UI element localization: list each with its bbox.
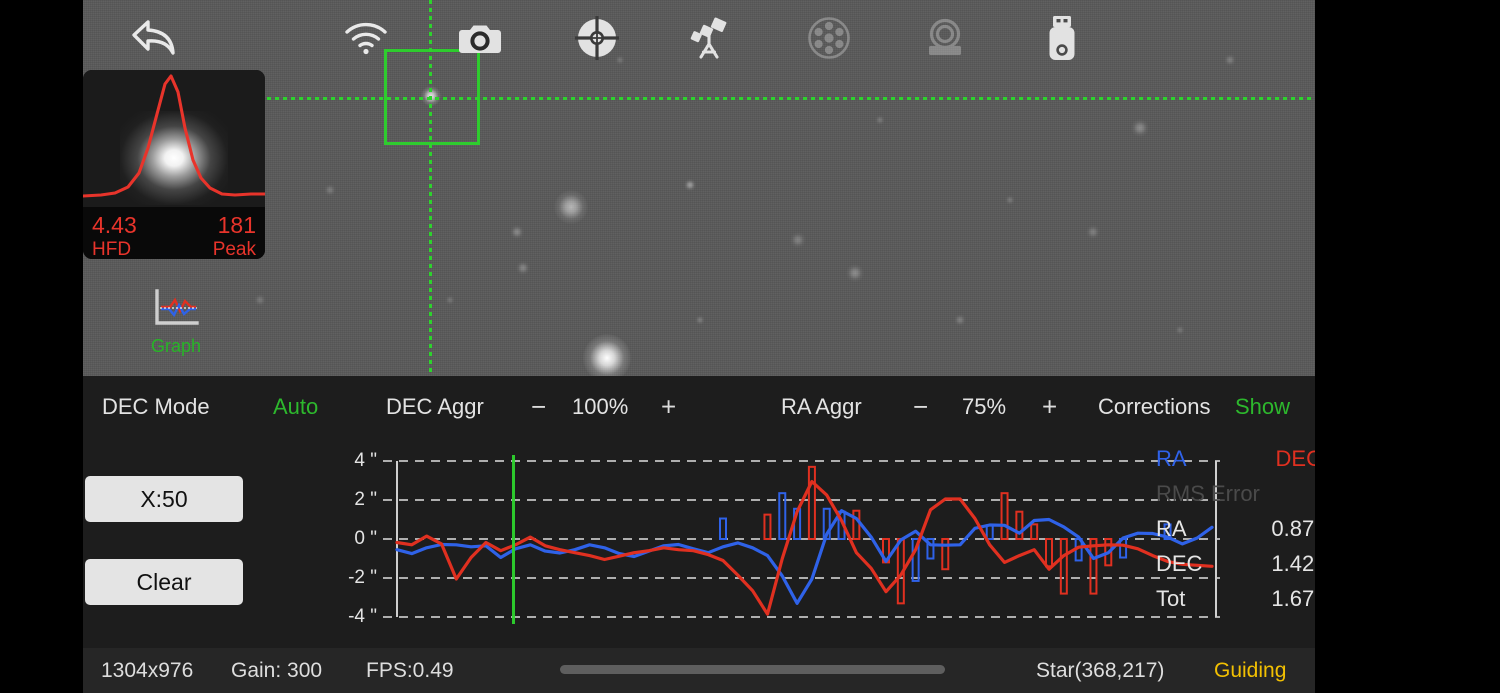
correction-bar xyxy=(763,513,772,540)
y-axis-tick-label: -4 " xyxy=(348,606,377,627)
star-profile-readout: 4.43 181 HFD Peak xyxy=(83,207,265,259)
guide-error-plot[interactable]: 4 " 2 " 0 " -2 " -4 " xyxy=(348,450,1220,627)
filterwheel-icon[interactable] xyxy=(801,10,857,66)
graph-icon xyxy=(155,289,199,325)
dec-aggr-minus-button[interactable]: − xyxy=(531,392,546,423)
star xyxy=(510,225,524,239)
gain-text: Gain: 300 xyxy=(231,658,323,682)
guiding-status-text: Guiding xyxy=(1214,658,1287,682)
star xyxy=(254,294,266,306)
plot-canvas xyxy=(383,455,1220,624)
ra-aggr-plus-button[interactable]: + xyxy=(1042,392,1057,423)
correction-bar xyxy=(1045,538,1053,568)
peak-value: 181 xyxy=(217,212,256,238)
rms-stats-panel: RA DEC RMS Error RA 0.87" DEC 1.42" Tot … xyxy=(1156,446,1326,621)
rms-row-dec: DEC 1.42" xyxy=(1156,551,1326,586)
y-axis-tick-label: -2 " xyxy=(348,567,377,588)
star-profile-graph xyxy=(83,70,265,207)
rms-row-ra: RA 0.87" xyxy=(1156,516,1326,551)
guiding-app-screen: 4.43 181 HFD Peak Graph DEC Mode Auto DE… xyxy=(0,0,1500,693)
rms-error-title: RMS Error xyxy=(1156,481,1260,506)
rms-dec-label: DEC xyxy=(1156,551,1203,576)
star xyxy=(516,261,530,275)
resolution-text: 1304x976 xyxy=(101,658,194,682)
star xyxy=(695,315,705,325)
star xyxy=(1086,225,1100,239)
ra-aggr-label: RA Aggr xyxy=(781,394,862,419)
correction-bar xyxy=(985,524,994,540)
y-axis-tick-label: 2 " xyxy=(354,489,377,510)
dec-mode-label: DEC Mode xyxy=(102,394,210,419)
ra-aggr-minus-button[interactable]: − xyxy=(913,392,928,423)
wifi-icon[interactable] xyxy=(338,10,394,66)
guide-controls-bar: DEC Mode Auto DEC Aggr − 100% + RA Aggr … xyxy=(83,376,1315,438)
rms-ra-label: RA xyxy=(1156,516,1187,541)
y-axis-tick-label: 4 " xyxy=(354,450,377,471)
correction-bar xyxy=(807,465,816,541)
graph-shortcut-label: Graph xyxy=(150,336,202,356)
rms-tot-label: Tot xyxy=(1156,586,1186,611)
fps-text: FPS:0.49 xyxy=(366,658,454,682)
ra-legend: RA xyxy=(1156,446,1187,471)
correction-bar xyxy=(852,509,861,540)
correction-bar xyxy=(1059,538,1068,595)
rms-row-tot: Tot 1.67" xyxy=(1156,586,1326,621)
corrections-label: Corrections xyxy=(1098,394,1211,419)
correction-bar xyxy=(1015,510,1024,540)
y-axis-tick-label: 0 " xyxy=(354,528,377,549)
clear-button[interactable]: Clear xyxy=(85,559,243,605)
star xyxy=(445,295,455,305)
star xyxy=(1175,325,1185,335)
top-toolbar xyxy=(83,0,1315,76)
hfd-curve xyxy=(83,74,265,198)
left-gutter xyxy=(0,0,83,693)
x-scale-button[interactable]: X:50 xyxy=(85,476,243,522)
star xyxy=(684,179,696,191)
back-icon[interactable] xyxy=(126,10,182,66)
crosshair-icon[interactable] xyxy=(569,10,625,66)
rotator-icon[interactable] xyxy=(917,10,973,66)
dec-mode-value[interactable]: Auto xyxy=(273,394,318,420)
correction-bar xyxy=(778,492,787,540)
ra-aggr-value: 75% xyxy=(962,394,1007,419)
star-profile-panel[interactable]: 4.43 181 HFD Peak xyxy=(83,70,265,259)
star-position-text: Star(368,217) xyxy=(1036,658,1165,682)
hfd-value: 4.43 xyxy=(92,212,137,238)
rms-title-row: RMS Error xyxy=(1156,481,1326,516)
star xyxy=(554,190,588,224)
dec-aggr-plus-button[interactable]: + xyxy=(661,392,676,423)
correction-bar xyxy=(941,538,950,571)
graph-shortcut-button[interactable]: Graph xyxy=(148,288,204,357)
telescope-icon[interactable] xyxy=(684,10,740,66)
crosshair-marker xyxy=(512,455,515,624)
star xyxy=(1131,119,1149,137)
right-sidebar: STOP EXP 2s xyxy=(1315,0,1500,693)
star xyxy=(954,314,966,326)
dec-aggr-value: 100% xyxy=(572,394,629,419)
dec-aggr-label: DEC Aggr xyxy=(386,394,484,419)
legend-row: RA DEC xyxy=(1156,446,1326,481)
star xyxy=(583,334,631,376)
star xyxy=(790,232,806,248)
star xyxy=(324,184,336,196)
crosshair-horizontal-line xyxy=(83,97,1315,100)
star xyxy=(875,115,885,125)
camera-icon[interactable] xyxy=(452,10,508,66)
corrections-value[interactable]: Show xyxy=(1235,394,1290,420)
usb-icon[interactable] xyxy=(1034,10,1090,66)
star xyxy=(846,264,864,282)
correction-bar xyxy=(1030,523,1039,540)
hfd-label: HFD xyxy=(92,239,132,259)
star xyxy=(1005,195,1015,205)
correction-bar xyxy=(719,517,727,541)
guide-graph-panel: X:50 Clear 4 " 2 " 0 " -2 " -4 " xyxy=(83,438,1315,648)
peak-label: Peak xyxy=(212,239,256,259)
horizontal-scrollbar[interactable] xyxy=(560,665,945,674)
correction-bar xyxy=(1000,492,1009,540)
